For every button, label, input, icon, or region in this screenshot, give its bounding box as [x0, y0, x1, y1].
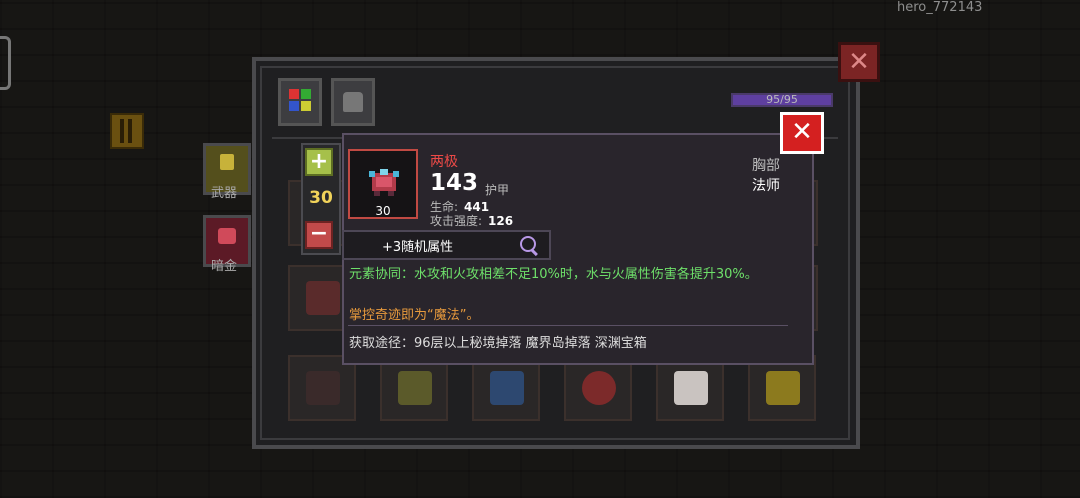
weapon-icon — [220, 154, 234, 170]
flavor-text: 掌控奇迹即为“魔法”。 — [349, 308, 480, 323]
item-level: 30 — [375, 204, 391, 218]
set-effect-description: 元素协同：水攻和火攻相差不足10%时，水与火属性伤害各提升30%。 — [349, 267, 758, 282]
yellow-tunic-icon — [766, 371, 800, 405]
chest-icon — [218, 228, 236, 244]
left-hex-frame[interactable] — [0, 36, 11, 90]
magnifier-icon[interactable] — [520, 236, 536, 252]
helmet-icon — [343, 92, 363, 112]
stat-row-attack: 攻击强度: 126 — [430, 212, 513, 229]
goblin-armor-icon — [398, 371, 432, 405]
decrease-button[interactable]: − — [305, 221, 333, 249]
weapon-category-label: 武器 — [211, 186, 238, 201]
tooltip-close-button[interactable]: ✕ — [780, 112, 824, 154]
xp-text: 95/95 — [766, 93, 798, 106]
item-armor-value: 143 — [430, 170, 479, 196]
wall-vent — [110, 113, 144, 149]
blue-robe-icon — [490, 371, 524, 405]
armor-sprite-icon — [369, 169, 399, 196]
white-dress-icon — [674, 371, 708, 405]
grid-tab[interactable] — [278, 78, 322, 126]
item-name: 两极 — [430, 154, 458, 170]
tooltip-divider — [348, 325, 788, 326]
panel-close-button[interactable]: ✕ — [838, 42, 880, 82]
item-class: 法师 — [752, 178, 780, 194]
increase-button[interactable]: + — [305, 148, 333, 176]
darkgold-category-label: 暗金 — [211, 259, 238, 274]
random-attribute-label: +3随机属性 — [382, 240, 454, 255]
player-name: hero_772143 — [897, 0, 983, 15]
armor-tab[interactable] — [331, 78, 375, 126]
quantity-value: 30 — [309, 188, 333, 208]
item-armor-label: 护甲 — [485, 183, 510, 197]
item-source: 获取途径：96层以上秘境掉落 魔界岛掉落 深渊宝箱 — [349, 336, 647, 351]
dark-armor-icon — [306, 281, 340, 315]
item-slot-type: 胸部 — [752, 158, 780, 174]
stat-value: 126 — [488, 214, 514, 228]
red-cloak-icon — [582, 371, 616, 405]
dark-armor-icon — [306, 371, 340, 405]
stat-label: 攻击强度: — [430, 214, 483, 228]
